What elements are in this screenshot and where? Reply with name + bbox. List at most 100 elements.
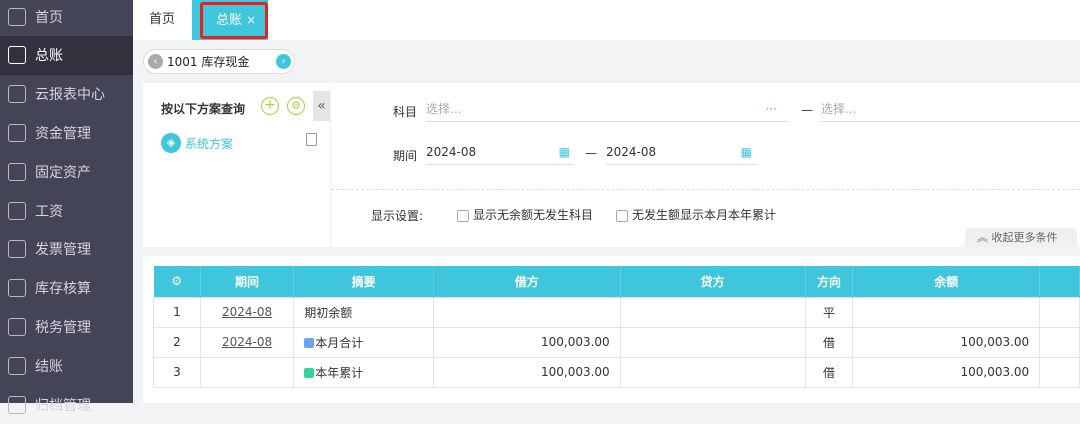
sidebar-item-home[interactable]: 首页 <box>0 0 133 36</box>
extra-cell <box>1039 296 1080 328</box>
fixed-assets-icon <box>8 162 26 181</box>
more-icon[interactable]: ··· <box>766 96 777 122</box>
add-scheme-icon[interactable]: + <box>261 97 279 115</box>
sidebar-item-label: 工资 <box>35 203 63 220</box>
sidebar-item-fund[interactable]: 资金管理 <box>0 113 133 152</box>
year-tag-icon <box>304 368 315 378</box>
period-link[interactable]: 2024-08 <box>222 305 272 319</box>
ledger-table: ⚙ 期间 摘要 借方 贷方 方向 余额 1 2024-08 期初余额 平 2 2… <box>153 266 1080 388</box>
sidebar-item-closing[interactable]: 结账 <box>0 346 133 385</box>
scheme-panel: 按以下方案查询 + ⚙ « ◈ 系统方案 <box>143 83 330 247</box>
sidebar-item-label: 库存核算 <box>35 281 91 298</box>
header-balance[interactable]: 余额 <box>852 266 1041 297</box>
highlight-box <box>200 2 268 39</box>
table-row: 2 2024-08 本月合计 100,003.00 借 100,003.00 <box>153 326 1080 358</box>
save-icon[interactable] <box>306 133 317 146</box>
period-from-input[interactable]: 2024-08 ▦ <box>426 139 574 165</box>
summary: 本月合计 <box>315 335 364 350</box>
account-switcher: ‹ 1001 库存现金 › <box>143 49 295 74</box>
tab-bar: 首页 总账 × <box>133 0 1080 40</box>
calendar-icon[interactable]: ▦ <box>559 139 570 165</box>
closing-icon <box>8 356 26 375</box>
fund-icon <box>8 123 26 142</box>
balance: 100,003.00 <box>852 326 1041 358</box>
collapse-panel-button[interactable]: « <box>313 91 330 121</box>
placeholder: 选择... <box>426 102 462 116</box>
subject-label: 科目 <box>393 105 418 119</box>
divider <box>331 189 1080 190</box>
prev-account-button[interactable]: ‹ <box>148 54 163 69</box>
sidebar-item-archive[interactable]: 归档管理 <box>0 385 133 424</box>
tax-icon <box>8 317 26 336</box>
header-credit[interactable]: 贷方 <box>620 266 806 297</box>
sidebar-item-label: 结账 <box>35 358 63 375</box>
range-dash: — <box>585 146 597 160</box>
option-label: 无发生额显示本月本年累计 <box>632 208 777 222</box>
archive-icon <box>8 395 26 414</box>
debit <box>432 296 621 328</box>
tab-home[interactable]: 首页 <box>149 0 175 40</box>
sidebar-item-salary[interactable]: 工资 <box>0 191 133 230</box>
sidebar-item-label: 云报表中心 <box>35 87 105 104</box>
value: 2024-08 <box>426 145 477 159</box>
credit <box>619 356 806 388</box>
cube-icon: ◈ <box>161 133 181 153</box>
sidebar-item-label: 总账 <box>35 48 63 65</box>
value: 2024-08 <box>606 145 657 159</box>
header-summary[interactable]: 摘要 <box>293 266 434 297</box>
row-number: 1 <box>153 296 201 328</box>
display-settings-label: 显示设置: <box>371 209 424 223</box>
row-number: 2 <box>153 326 201 358</box>
column-settings-icon[interactable]: ⚙ <box>153 266 201 297</box>
sidebar-item-general-ledger[interactable]: 总账 <box>0 35 133 75</box>
table-row: 1 2024-08 期初余额 平 <box>153 296 1080 328</box>
inventory-icon <box>8 279 26 298</box>
header-debit[interactable]: 借方 <box>433 266 621 297</box>
credit <box>619 326 806 358</box>
option-label: 显示无余额无发生科目 <box>473 208 594 222</box>
checkbox[interactable] <box>616 209 628 222</box>
direction: 借 <box>804 326 854 358</box>
direction: 平 <box>804 296 854 328</box>
option-show-cumulative[interactable]: 无发生额显示本月本年累计 <box>616 206 776 223</box>
account-label: 1001 库存现金 <box>167 55 250 69</box>
row-number: 3 <box>153 356 201 388</box>
report-center-icon <box>8 85 26 104</box>
credit <box>619 296 806 328</box>
sidebar-item-label: 归档管理 <box>35 397 91 414</box>
header-period[interactable]: 期间 <box>200 266 295 297</box>
salary-icon <box>8 201 26 220</box>
sidebar-item-label: 首页 <box>35 9 63 26</box>
sidebar-item-label: 资金管理 <box>35 125 91 142</box>
subject-to-input[interactable]: 选择... <box>821 96 1080 122</box>
sidebar-item-label: 税务管理 <box>35 319 91 336</box>
checkbox[interactable] <box>457 209 469 222</box>
subject-from-input[interactable]: 选择... ··· <box>426 96 789 122</box>
period-to-input[interactable]: 2024-08 ▦ <box>606 139 756 165</box>
extra-cell <box>1039 326 1080 358</box>
summary: 本年累计 <box>315 365 364 380</box>
sidebar-item-report-center[interactable]: 云报表中心 <box>0 75 133 114</box>
next-account-button[interactable]: › <box>276 54 291 69</box>
sidebar-item-fixed-assets[interactable]: 固定资产 <box>0 152 133 191</box>
home-icon <box>8 7 26 26</box>
header-direction[interactable]: 方向 <box>805 266 854 297</box>
scheme-item-system[interactable]: 系统方案 <box>185 135 233 152</box>
period-label: 期间 <box>393 149 418 163</box>
header-extra <box>1039 266 1080 297</box>
debit: 100,003.00 <box>432 356 621 388</box>
collapse-conditions-button[interactable]: ︽ 收起更多条件 <box>965 228 1077 247</box>
month-tag-icon <box>304 338 315 348</box>
sidebar-item-inventory[interactable]: 库存核算 <box>0 269 133 308</box>
button-label: 收起更多条件 <box>991 231 1058 244</box>
sidebar-item-invoice[interactable]: 发票管理 <box>0 230 133 269</box>
balance <box>852 296 1041 328</box>
calendar-icon[interactable]: ▦ <box>741 139 752 165</box>
option-show-empty[interactable]: 显示无余额无发生科目 <box>457 206 593 223</box>
gear-icon[interactable]: ⚙ <box>287 97 305 115</box>
sidebar-item-label: 固定资产 <box>35 164 91 181</box>
ledger-table-panel: ⚙ 期间 摘要 借方 贷方 方向 余额 1 2024-08 期初余额 平 2 2… <box>143 256 1080 403</box>
debit: 100,003.00 <box>432 326 621 358</box>
period-link[interactable]: 2024-08 <box>222 335 272 349</box>
sidebar-item-tax[interactable]: 税务管理 <box>0 307 133 346</box>
